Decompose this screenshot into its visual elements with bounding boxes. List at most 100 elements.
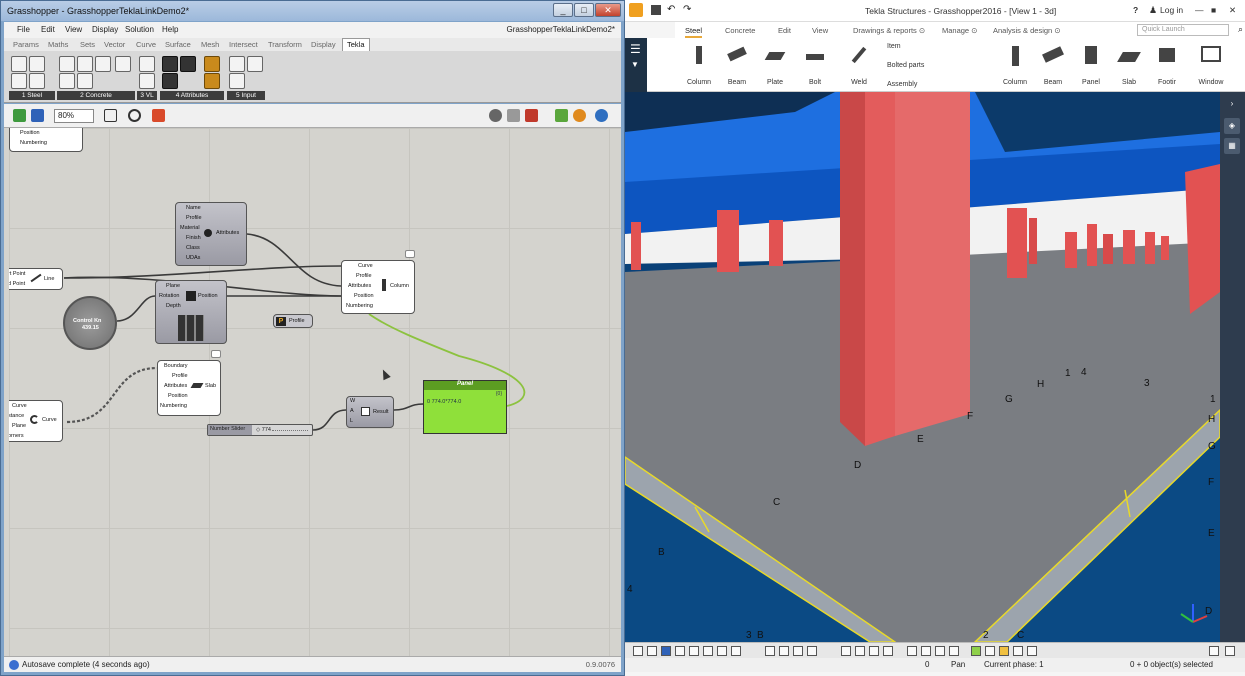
panel[interactable]: Panel {0} 0 774.0*774.0 <box>423 380 507 434</box>
snap-midpoint-icon[interactable] <box>841 646 851 656</box>
item-menu-item[interactable]: Item <box>887 43 901 50</box>
gh-menu-file[interactable]: File <box>17 25 30 34</box>
steel-column-button[interactable]: Column <box>681 44 717 90</box>
concrete-column-icon[interactable] <box>77 56 93 72</box>
open-file-icon[interactable] <box>13 109 26 122</box>
profile-icon[interactable] <box>204 73 220 89</box>
tab-analysis-design[interactable]: Analysis & design ⊙ <box>993 26 1061 35</box>
snap-line-icon[interactable] <box>985 646 995 656</box>
point-grid-icon[interactable] <box>139 73 155 89</box>
preview-toggle-icon[interactable] <box>405 250 415 258</box>
gh-menu-view[interactable]: View <box>65 25 82 34</box>
tab-mesh[interactable]: Mesh <box>201 40 219 49</box>
gh-maximize-button[interactable]: □ <box>574 3 594 17</box>
control-knob[interactable]: Control Kn 439.15 <box>63 296 117 350</box>
zoom-icon[interactable] <box>1027 646 1037 656</box>
gh-menu-display[interactable]: Display <box>92 25 118 34</box>
slider-track[interactable] <box>272 430 308 431</box>
steel-beam-icon[interactable] <box>11 56 27 72</box>
window-button[interactable]: Window <box>1193 44 1229 90</box>
preview-eye-icon[interactable] <box>128 109 141 122</box>
tekla-maximize-button[interactable]: ■ <box>1211 5 1216 15</box>
steel-plate-icon[interactable] <box>11 73 27 89</box>
tab-params[interactable]: Params <box>13 40 39 49</box>
move-icon[interactable] <box>180 56 196 72</box>
component-concatenate[interactable]: W A L Result <box>346 396 394 428</box>
concrete-beam-button[interactable]: Beam <box>1035 44 1071 90</box>
display-sphere-icon[interactable] <box>595 109 608 122</box>
sketch-pen-icon[interactable] <box>152 109 165 122</box>
render-icon[interactable] <box>573 109 586 122</box>
plane-work-icon[interactable] <box>921 646 931 656</box>
shaded-preview-icon[interactable] <box>525 109 538 122</box>
tab-curve[interactable]: Curve <box>136 40 156 49</box>
plane-1-icon[interactable] <box>935 646 945 656</box>
snap-geometry-icon[interactable] <box>779 646 789 656</box>
gh-close-button[interactable]: ✕ <box>595 3 621 17</box>
component-attributes[interactable]: Name Profile Material Finish Class UDAs … <box>175 202 247 266</box>
select-icon[interactable] <box>633 646 643 656</box>
select-line-icon[interactable] <box>703 646 713 656</box>
toolbar-pin-icon[interactable] <box>1225 646 1235 656</box>
concrete-panel-icon[interactable] <box>115 56 131 72</box>
login-link[interactable]: Log in <box>1160 5 1183 15</box>
concrete-footing-icon[interactable] <box>59 73 75 89</box>
snap-intersection-icon[interactable] <box>807 646 817 656</box>
tekla-3d-view[interactable]: 1 4 3 H G F E D C B 4 3 B 2 C 1 H G F E <box>625 92 1220 642</box>
component-slab[interactable]: Boundary Profile Attributes Position Num… <box>157 350 221 416</box>
tekla-close-button[interactable]: ✕ <box>1229 5 1236 16</box>
assembly-menu-item[interactable]: Assembly <box>887 81 917 88</box>
tab-tekla[interactable]: Tekla <box>342 38 370 51</box>
tab-concrete[interactable]: Concrete <box>725 26 755 35</box>
gh-menu-solution[interactable]: Solution <box>125 25 154 34</box>
collapse-arrow-icon[interactable]: ▼ <box>631 60 639 69</box>
input-point-icon[interactable] <box>247 56 263 72</box>
tekla-minimize-button[interactable]: — <box>1195 5 1204 15</box>
snap-perpendicular-icon[interactable] <box>855 646 865 656</box>
snap-center-icon[interactable] <box>793 646 803 656</box>
input-pick-icon[interactable] <box>229 56 245 72</box>
attributes-gear-icon[interactable] <box>162 73 178 89</box>
component-clipped-top[interactable]: Position Numbering <box>9 128 83 152</box>
components-icon[interactable]: ▦ <box>1224 138 1240 154</box>
properties-cube-icon[interactable]: ◈ <box>1224 118 1240 134</box>
number-slider[interactable]: Number Slider ◇ 774 <box>207 424 313 436</box>
tab-transform[interactable]: Transform <box>268 40 302 49</box>
plane-2-icon[interactable] <box>949 646 959 656</box>
tab-steel[interactable]: Steel <box>685 26 703 38</box>
component-column[interactable]: Curve Profile Attributes Position Number… <box>341 250 415 314</box>
tab-surface[interactable]: Surface <box>165 40 191 49</box>
search-icon[interactable]: ⌕ <box>1238 24 1243 35</box>
material-icon[interactable] <box>204 56 220 72</box>
select-objects-icon[interactable] <box>661 646 671 656</box>
tab-display[interactable]: Display <box>311 40 336 49</box>
steel-beam-button[interactable]: Beam <box>719 44 755 90</box>
wireframe-icon[interactable] <box>507 109 520 122</box>
plane-view-icon[interactable] <box>907 646 917 656</box>
tab-vector[interactable]: Vector <box>104 40 125 49</box>
concrete-column-button[interactable]: Column <box>997 44 1033 90</box>
zoom-extents-icon[interactable] <box>104 109 117 122</box>
redo-icon[interactable]: ↷ <box>683 4 691 15</box>
tekla-titlebar[interactable]: ↶ ↷ Tekla Structures - Grasshopper2016 -… <box>625 0 1245 22</box>
tab-edit[interactable]: Edit <box>778 26 791 35</box>
param-profile[interactable]: P Profile <box>273 314 313 328</box>
snap-reference-icon[interactable] <box>765 646 775 656</box>
tab-intersect[interactable]: Intersect <box>229 40 258 49</box>
expand-panel-icon[interactable]: › <box>1224 96 1240 112</box>
component-curve[interactable]: Curve stance Plane orners Curve <box>9 400 63 442</box>
concrete-panel-button[interactable]: Panel <box>1073 44 1109 90</box>
gh-menu-edit[interactable]: Edit <box>41 25 55 34</box>
steel-polybeam-icon[interactable] <box>29 73 45 89</box>
grid-icon[interactable] <box>139 56 155 72</box>
help-button[interactable]: ? <box>1133 5 1138 15</box>
bolted-parts-menu-item[interactable]: Bolted parts <box>887 62 924 69</box>
save-icon[interactable] <box>651 5 661 15</box>
steel-bolt-button[interactable]: Bolt <box>797 44 833 90</box>
steel-column-icon[interactable] <box>29 56 45 72</box>
component-position[interactable]: Plane Rotation Depth Position <box>155 280 227 344</box>
tekla-side-menu[interactable]: ☰ ▼ <box>625 38 647 92</box>
preview-mode-icon[interactable] <box>489 109 502 122</box>
concrete-slab-button[interactable]: Slab <box>1111 44 1147 90</box>
position-grid-icon[interactable] <box>178 315 204 341</box>
